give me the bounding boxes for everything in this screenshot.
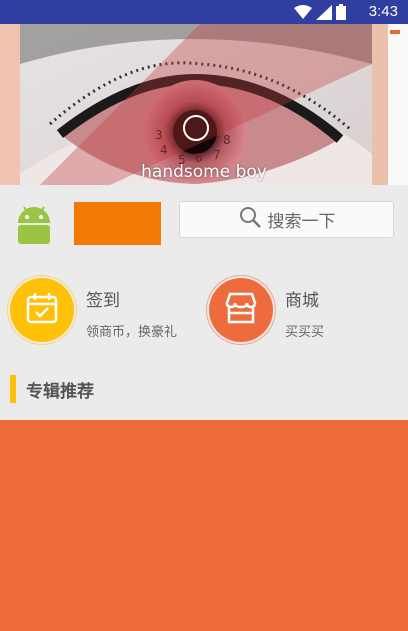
orange-placeholder-block [74, 202, 161, 245]
signin-circle[interactable] [10, 278, 74, 342]
section-accent-bar [10, 375, 16, 403]
signin-subtitle: 领商币，换豪礼 [86, 325, 178, 340]
search-box[interactable]: 搜索一下 [179, 201, 394, 238]
section-title: 专辑推荐 [26, 381, 94, 402]
status-icons [294, 4, 346, 24]
banner-next-peek [372, 24, 388, 185]
banner-image[interactable]: 3 4 5 6 7 8 [20, 24, 372, 185]
album-recommend-block[interactable] [0, 420, 408, 631]
search-icon [238, 205, 262, 234]
android-logo-icon[interactable] [14, 201, 54, 246]
banner-caption: handsome boy [141, 162, 267, 182]
svg-text:4: 4 [160, 143, 168, 157]
battery-icon [336, 4, 346, 24]
banner-carousel[interactable]: 3 4 5 6 7 8 handsome boy [0, 24, 408, 185]
shop-entry[interactable]: 商城 买买买 [209, 278, 324, 342]
banner-prev-peek [0, 24, 20, 185]
status-time: 3:43 [368, 3, 398, 20]
signin-entry[interactable]: 签到 领商币，换豪礼 [10, 278, 177, 342]
status-bar: 3:43 [0, 0, 408, 24]
search-label: 搜索一下 [267, 212, 336, 232]
store-icon [223, 291, 259, 329]
shop-circle[interactable] [209, 278, 273, 342]
album-section-header: 专辑推荐 [10, 375, 94, 403]
signal-icon [316, 4, 332, 24]
shop-title: 商城 [285, 291, 319, 311]
svg-text:3: 3 [155, 128, 163, 142]
banner-next-edge [388, 24, 408, 185]
calendar-check-icon [25, 291, 59, 329]
header-row: 搜索一下 [0, 185, 408, 265]
signin-title: 签到 [86, 291, 120, 311]
shop-subtitle: 买买买 [285, 325, 325, 340]
svg-text:7: 7 [213, 148, 221, 162]
wifi-icon [294, 4, 312, 24]
clock-icon [183, 115, 209, 141]
svg-text:8: 8 [223, 133, 231, 147]
